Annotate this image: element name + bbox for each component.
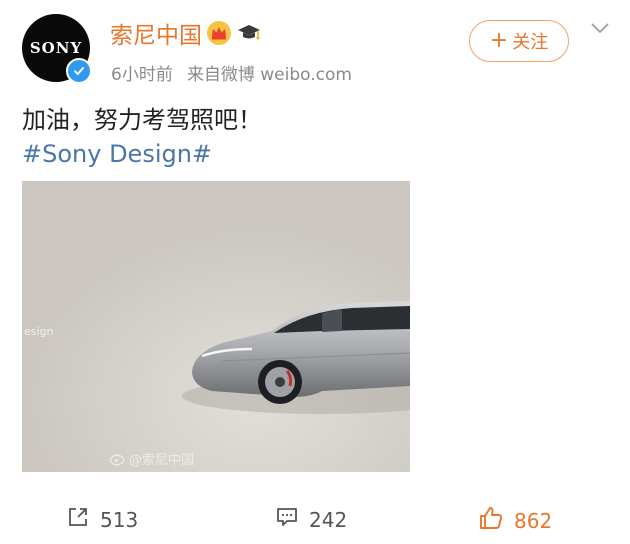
watermark-text: @索尼中国: [129, 453, 195, 468]
post-text: 加油，努力考驾照吧！: [22, 106, 262, 134]
action-bar: 513 242 862: [0, 505, 630, 537]
image-side-watermark: esign: [24, 325, 54, 338]
weibo-logo-icon: [110, 452, 126, 466]
like-count: 862: [514, 508, 553, 533]
comment-button[interactable]: 242: [275, 505, 347, 534]
post-source: 来自微博 weibo.com: [186, 65, 352, 85]
graduation-cap-icon: [236, 20, 262, 46]
hashtag-link[interactable]: #Sony Design#: [22, 140, 212, 168]
like-button[interactable]: 862: [478, 505, 552, 536]
image-watermark: @索尼中国: [110, 449, 194, 468]
crown-icon: [206, 20, 232, 46]
post-meta: 6小时前 来自微博 weibo.com: [111, 60, 352, 85]
follow-label: 关注: [512, 32, 549, 53]
repost-icon: [66, 505, 90, 534]
repost-count: 513: [100, 507, 139, 532]
comment-icon: [275, 505, 299, 534]
user-name[interactable]: 索尼中国: [110, 16, 202, 50]
chevron-down-icon[interactable]: [590, 20, 610, 34]
post-time: 6小时前: [111, 65, 173, 85]
thumbs-up-icon: [478, 505, 504, 536]
comment-count: 242: [309, 507, 348, 532]
car-illustration: [22, 181, 410, 472]
follow-button[interactable]: + 关注: [469, 20, 569, 62]
post-image[interactable]: esign @索尼中国: [22, 181, 410, 472]
plus-icon: +: [489, 28, 509, 53]
repost-button[interactable]: 513: [66, 505, 138, 534]
user-header: 索尼中国: [110, 16, 262, 50]
avatar-logo: SONY: [29, 39, 83, 57]
verified-badge-icon: [66, 58, 92, 84]
